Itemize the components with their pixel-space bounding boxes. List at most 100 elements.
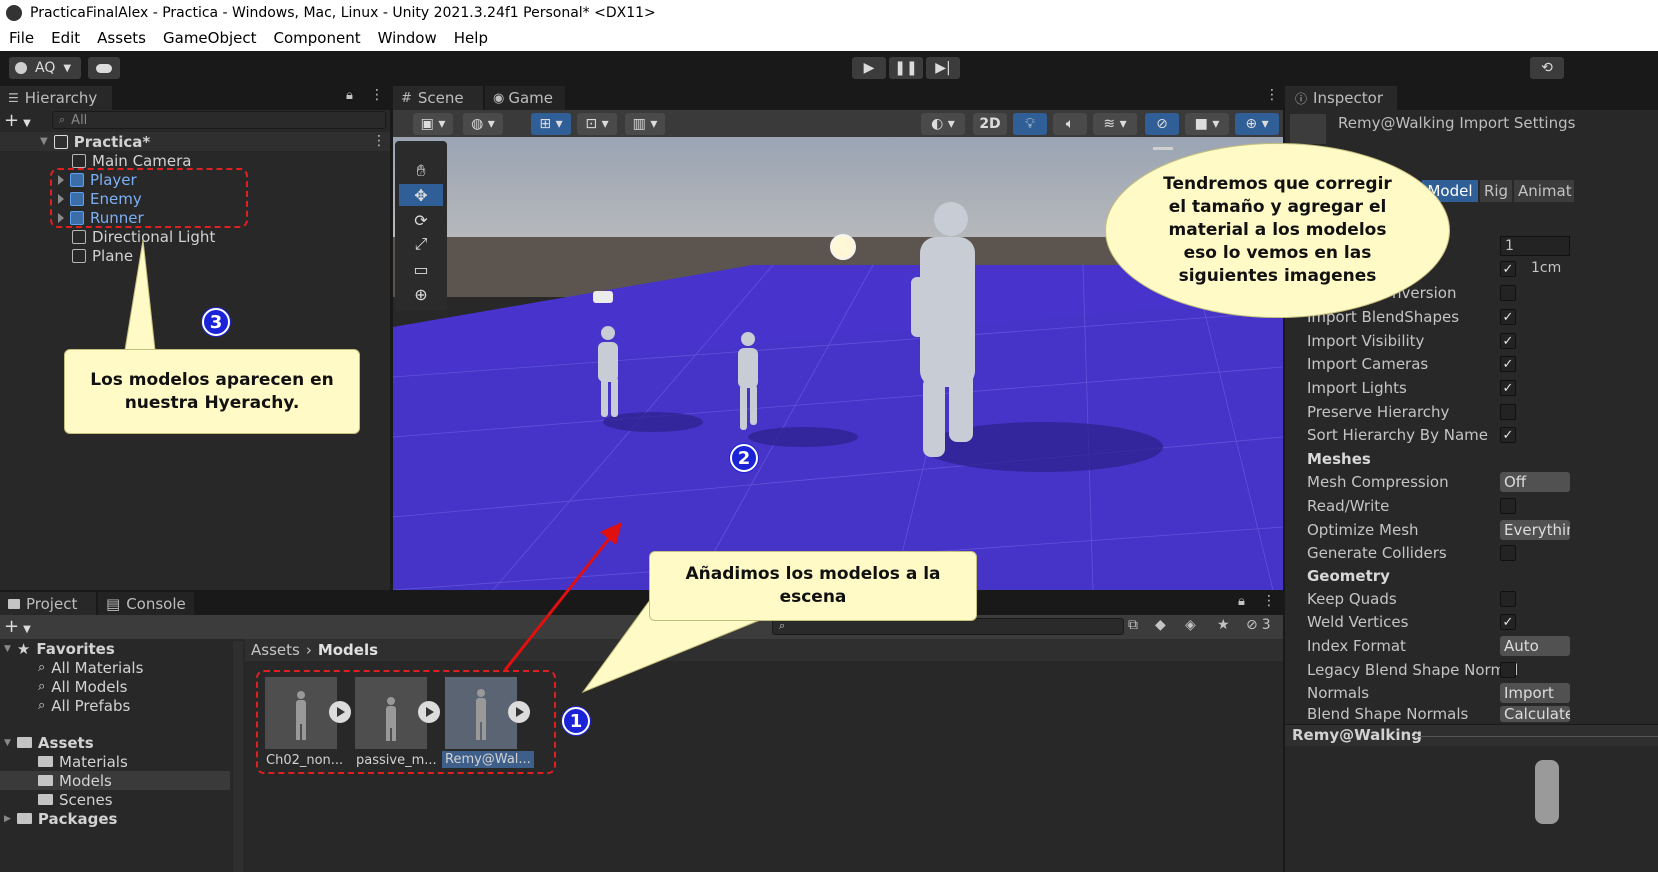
scene-root[interactable]: ▼ Practica*: [40, 132, 150, 151]
tab-scene[interactable]: # Scene: [393, 86, 483, 110]
draw-mode-dropdown[interactable]: ▣ ▾: [413, 113, 453, 135]
pause-button[interactable]: ❚❚: [889, 57, 923, 79]
camera-dropdown[interactable]: ■ ▾: [1185, 113, 1229, 135]
tab-hierarchy[interactable]: ☰ Hierarchy: [0, 86, 112, 110]
play-button[interactable]: ▶: [852, 57, 886, 79]
rotate-tool-icon[interactable]: ⟳: [399, 209, 443, 231]
tab-game[interactable]: ◉ Game: [485, 86, 565, 110]
step-button[interactable]: ▶|: [926, 57, 960, 79]
import-blendshapes-checkbox[interactable]: ✓: [1500, 309, 1516, 325]
keep-quads-checkbox[interactable]: [1500, 591, 1516, 607]
snap-increment[interactable]: ⊡ ▾: [577, 113, 617, 135]
index-format-dropdown[interactable]: Auto: [1500, 636, 1570, 656]
more-menu-icon[interactable]: ⋮: [370, 87, 384, 103]
history-button[interactable]: ⟲: [1530, 57, 1564, 79]
menu-file[interactable]: File: [9, 29, 34, 47]
scale-factor-field[interactable]: 1: [1500, 236, 1570, 256]
row-label: Generate Colliders: [1307, 544, 1447, 562]
shading-dropdown[interactable]: ◐ ▾: [921, 113, 965, 135]
lighting-toggle[interactable]: 💡︎: [1013, 113, 1047, 135]
tab-project[interactable]: Project: [0, 592, 96, 616]
import-lights-checkbox[interactable]: ✓: [1500, 380, 1516, 396]
generate-colliders-checkbox[interactable]: [1500, 545, 1516, 561]
import-visibility-checkbox[interactable]: ✓: [1500, 333, 1516, 349]
folder-materials[interactable]: Materials: [38, 752, 128, 771]
tab-game-label: Game: [508, 89, 553, 107]
blend-shape-normals-dropdown[interactable]: Calculate: [1500, 706, 1570, 722]
tab-animation-label: Animat: [1518, 182, 1572, 200]
packages-folder[interactable]: ▶ Packages: [4, 809, 117, 828]
transform-tool-icon[interactable]: ⊕: [399, 283, 443, 305]
convert-units-checkbox[interactable]: ✓: [1500, 261, 1516, 277]
row-label: Legacy Blend Shape Normal: [1307, 661, 1519, 679]
hidden-toggle[interactable]: ⊘: [1145, 113, 1179, 135]
mesh-compression-dropdown[interactable]: Off: [1500, 472, 1570, 492]
search-icon: ⌕: [38, 679, 46, 694]
tab-rig[interactable]: Rig: [1480, 180, 1512, 202]
meshes-header: Meshes: [1307, 450, 1371, 468]
global-toggle[interactable]: ◍ ▾: [463, 113, 503, 135]
optimize-mesh-dropdown[interactable]: Everythin: [1500, 520, 1570, 540]
tree-scrollbar[interactable]: [233, 641, 243, 872]
sort-hierarchy-checkbox[interactable]: ✓: [1500, 427, 1516, 443]
favorite-all-prefabs[interactable]: ⌕ All Prefabs: [38, 696, 130, 715]
tab-animation[interactable]: Animat: [1514, 180, 1574, 202]
menu-component[interactable]: Component: [274, 29, 361, 47]
weld-vertices-checkbox[interactable]: ✓: [1500, 614, 1516, 630]
assets-label: Assets: [37, 733, 94, 752]
grid-snap-toggle[interactable]: ⊞ ▾: [531, 113, 571, 135]
mode-2d-toggle[interactable]: 2D: [973, 113, 1007, 135]
favorite-all-materials[interactable]: ⌕ All Materials: [38, 658, 143, 677]
menu-bar: File Edit Assets GameObject Component Wi…: [0, 25, 1658, 51]
normals-dropdown[interactable]: Import: [1500, 683, 1570, 703]
read-write-checkbox[interactable]: [1500, 498, 1516, 514]
more-menu-icon[interactable]: ⋮: [1265, 87, 1279, 103]
hidden-packages-toggle[interactable]: ⊘ 3: [1246, 617, 1271, 633]
scene-more-icon[interactable]: ⋮: [372, 133, 386, 149]
scene-name: Practica*: [73, 132, 151, 151]
ruler-toggle[interactable]: ▥ ▾: [625, 113, 665, 135]
effects-dropdown[interactable]: ≋ ▾: [1093, 113, 1137, 135]
legacy-blend-checkbox[interactable]: [1500, 662, 1516, 678]
account-dropdown[interactable]: AQ ▼: [9, 57, 81, 79]
menu-help[interactable]: Help: [454, 29, 488, 47]
favorites-header[interactable]: ▼ ★ Favorites: [4, 639, 115, 658]
create-add-button[interactable]: + ▼: [4, 110, 44, 131]
cloud-button[interactable]: [88, 57, 120, 79]
more-menu-icon[interactable]: ⋮: [1262, 593, 1276, 609]
menu-window[interactable]: Window: [378, 29, 437, 47]
menu-gameobject[interactable]: GameObject: [163, 29, 257, 47]
hand-tool-icon[interactable]: ✋︎: [399, 160, 443, 182]
filter-type-icon[interactable]: ◆: [1155, 617, 1166, 633]
hidden-count: 3: [1261, 617, 1271, 633]
scale-tool-icon[interactable]: ⤢: [399, 233, 443, 255]
menu-edit[interactable]: Edit: [51, 29, 80, 47]
bake-axis-checkbox[interactable]: [1500, 285, 1516, 301]
favorite-all-models[interactable]: ⌕ All Models: [38, 677, 128, 696]
preserve-hierarchy-checkbox[interactable]: [1500, 404, 1516, 420]
import-cameras-checkbox[interactable]: ✓: [1500, 356, 1516, 372]
breadcrumb-assets[interactable]: Assets: [251, 641, 300, 659]
assets-folder[interactable]: ▼ Assets: [4, 733, 94, 752]
menu-assets[interactable]: Assets: [97, 29, 146, 47]
hierarchy-item-plane[interactable]: Plane: [72, 246, 133, 265]
gizmos-dropdown[interactable]: ⊕ ▾: [1235, 113, 1279, 135]
project-create-button[interactable]: + ▼: [4, 616, 44, 637]
hierarchy-item-directional-light[interactable]: Directional Light: [72, 227, 215, 246]
hierarchy-search-input[interactable]: ⌕ All: [52, 111, 386, 129]
tab-console[interactable]: ▤ Console: [98, 592, 194, 616]
lock-icon[interactable]: 🔒︎: [346, 88, 353, 103]
favorite-star-icon[interactable]: ★: [1217, 617, 1230, 633]
folder-models[interactable]: Models: [38, 771, 112, 790]
rect-tool-icon[interactable]: ▭: [399, 258, 443, 280]
move-tool-icon[interactable]: ✥: [399, 184, 443, 206]
tab-inspector[interactable]: ⓘ Inspector: [1285, 86, 1397, 110]
gameobject-icon: [72, 153, 86, 168]
row-label: Index Format: [1307, 637, 1406, 655]
folder-scenes[interactable]: Scenes: [38, 790, 113, 809]
label-tag-icon[interactable]: ◈: [1185, 617, 1196, 633]
audio-toggle[interactable]: 🔈︎: [1053, 113, 1087, 135]
breadcrumb-models[interactable]: Models: [318, 641, 378, 659]
search-by-type-icon[interactable]: ⧉: [1128, 617, 1138, 633]
lock-icon[interactable]: 🔒︎: [1238, 594, 1245, 609]
